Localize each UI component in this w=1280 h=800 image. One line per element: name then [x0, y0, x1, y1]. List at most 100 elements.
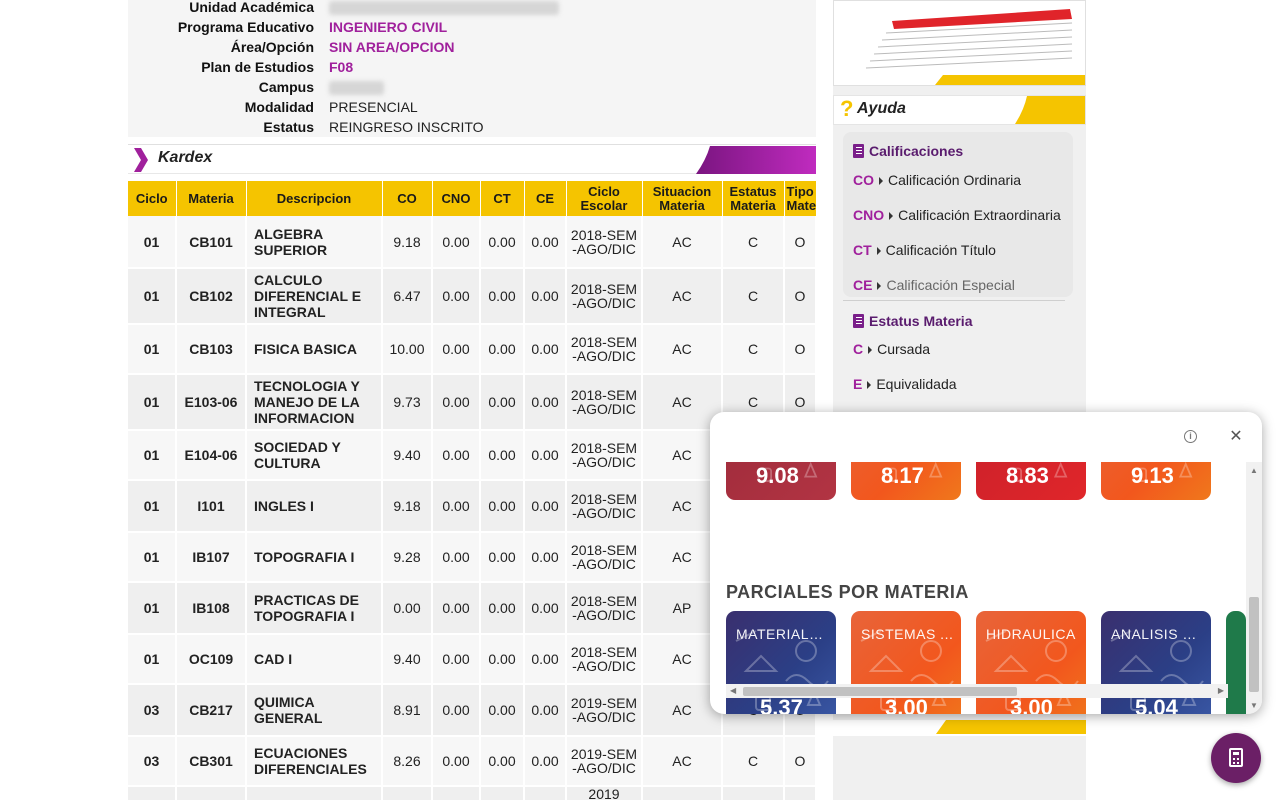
calculator-icon: [1229, 748, 1243, 767]
column-header[interactable]: Estatus Materia: [722, 181, 785, 216]
table-cell: 8.91: [382, 684, 433, 737]
table-cell: C: [722, 736, 785, 787]
table-cell: 01: [128, 216, 177, 269]
table-cell: 0.00: [524, 480, 567, 533]
summary-tile[interactable]: 8.17: [851, 462, 961, 500]
subject-tile-partial[interactable]: [1226, 611, 1246, 714]
chevron-right-icon: [134, 148, 148, 172]
column-header[interactable]: CO: [382, 181, 433, 216]
table-cell: [642, 786, 723, 800]
subject-tile[interactable]: ANALISIS E... 5.04: [1101, 611, 1211, 714]
table-cell: AC: [642, 216, 723, 269]
scroll-left-icon[interactable]: ◀: [730, 686, 736, 695]
table-row[interactable]: 01 CB101 ALGEBRA SUPERIOR 9.18 0.00 0.00 0.00 2…: [128, 216, 817, 269]
help-item: CNO Calificación Extraordinaria: [853, 207, 1061, 223]
column-header[interactable]: Ciclo Escolar: [566, 181, 643, 216]
table-cell: 0.00: [432, 268, 481, 325]
table-cell: 0.00: [524, 684, 567, 737]
summary-tile[interactable]: 8.83: [976, 462, 1086, 500]
table-cell: 0.00: [524, 216, 567, 269]
table-cell: 9.40: [382, 430, 433, 481]
info-label: Plan de Estudios: [201, 59, 314, 75]
table-cell: 0.00: [480, 480, 525, 533]
tile-label: HIDRAULICA: [986, 626, 1076, 642]
table-cell: [382, 786, 433, 800]
student-info: Unidad Académica Programa Educativo INGENI…: [128, 0, 816, 137]
horizontal-scrollbar[interactable]: ◀ ▶: [726, 684, 1228, 698]
table-cell: [432, 786, 481, 800]
redacted-value: [329, 1, 559, 16]
info-row: Unidad Académica: [128, 0, 816, 17]
calificaciones-heading: Calificaciones: [853, 143, 963, 159]
info-label: Área/Opción: [230, 39, 314, 55]
caret-right-icon: [889, 212, 894, 220]
tile-value: 9.13: [1131, 463, 1174, 488]
info-label: Unidad Académica: [189, 0, 314, 15]
table-cell: 03: [128, 684, 177, 737]
summary-tile[interactable]: 9.13: [1101, 462, 1211, 500]
table-cell: 0.00: [432, 736, 481, 787]
table-cell: 2018-SEM-AGO/DIC: [566, 532, 643, 583]
table-cell: C: [722, 268, 785, 325]
subject-tile[interactable]: HIDRAULICA 3.00: [976, 611, 1086, 714]
table-cell: [722, 786, 785, 800]
table-row[interactable]: 01 CB103 FISICA BASICA 10.00 0.00 0.00 0.00 201…: [128, 324, 817, 375]
info-value: [329, 0, 559, 17]
table-cell: 0.00: [524, 430, 567, 481]
table-cell: 01: [128, 634, 177, 685]
table-row[interactable]: 03 CB301 ECUACIONES DIFERENCIALES 8.26 0.00 0…: [128, 736, 817, 787]
table-cell: 0.00: [524, 634, 567, 685]
table-row[interactable]: 2019: [128, 786, 817, 800]
book-icon: [853, 144, 864, 158]
scroll-down-icon[interactable]: ▼: [1250, 701, 1258, 710]
table-cell: AC: [642, 736, 723, 787]
help-text: Calificación Título: [885, 242, 996, 258]
info-icon[interactable]: i: [1184, 430, 1197, 443]
info-row: Estatus REINGRESO INSCRITO: [128, 117, 816, 137]
table-cell: 03: [128, 736, 177, 787]
table-cell: TOPOGRAFIA I: [246, 532, 383, 583]
column-header[interactable]: CE: [524, 181, 567, 216]
vertical-scrollbar[interactable]: ▲ ▼: [1246, 462, 1262, 714]
table-cell: CAD I: [246, 634, 383, 685]
horizontal-scroll-thumb[interactable]: [743, 687, 1017, 696]
scroll-right-icon[interactable]: ▶: [1218, 686, 1224, 695]
table-cell: O: [784, 268, 817, 325]
table-cell: 0.00: [480, 268, 525, 325]
table-cell: 9.40: [382, 634, 433, 685]
help-item: CT Calificación Título: [853, 242, 996, 258]
column-header[interactable]: Descripcion: [246, 181, 383, 216]
caret-right-icon: [877, 282, 882, 290]
table-cell: QUIMICA GENERAL: [246, 684, 383, 737]
parciales-section-title: PARCIALES POR MATERIA: [726, 582, 969, 602]
table-row[interactable]: 01 CB102 CALCULO DIFERENCIAL E INTEGRAL 6.4…: [128, 268, 817, 325]
column-header[interactable]: Tipo Materia: [784, 181, 817, 216]
scroll-up-icon[interactable]: ▲: [1250, 466, 1258, 475]
subject-tile[interactable]: MATERIALE... 5.37: [726, 611, 836, 714]
tile-label: SISTEMAS ...: [861, 626, 954, 642]
table-cell: 0.00: [480, 374, 525, 431]
column-header[interactable]: CNO: [432, 181, 481, 216]
image-gold-accent: [935, 75, 1085, 85]
column-header[interactable]: CT: [480, 181, 525, 216]
vertical-scroll-thumb[interactable]: [1249, 597, 1259, 692]
popup-scroll-area: PARCIALES POR MATERIA 9.08 8.17 8.83 9.13 MA…: [710, 462, 1246, 714]
table-cell: CB102: [176, 268, 247, 325]
table-cell: 9.28: [382, 532, 433, 583]
subject-tile[interactable]: SISTEMAS ... 3.00: [851, 611, 961, 714]
table-cell: 2018-SEM-AGO/DIC: [566, 216, 643, 269]
kardex-accent-decoration: [696, 146, 816, 174]
info-value: REINGRESO INSCRITO: [329, 119, 484, 135]
table-cell: [784, 786, 817, 800]
calculator-button[interactable]: [1211, 733, 1261, 783]
column-header[interactable]: Materia: [176, 181, 247, 216]
table-cell: 2018-SEM-AGO/DIC: [566, 634, 643, 685]
column-header[interactable]: Ciclo: [128, 181, 177, 216]
help-text: Equivalidada: [876, 376, 957, 392]
table-cell: 0.00: [524, 532, 567, 583]
table-cell: O: [784, 216, 817, 269]
summary-tile[interactable]: 9.08: [726, 462, 836, 500]
column-header[interactable]: Situacion Materia: [642, 181, 723, 216]
table-cell: 0.00: [432, 582, 481, 635]
close-icon[interactable]: ✕: [1229, 429, 1243, 445]
